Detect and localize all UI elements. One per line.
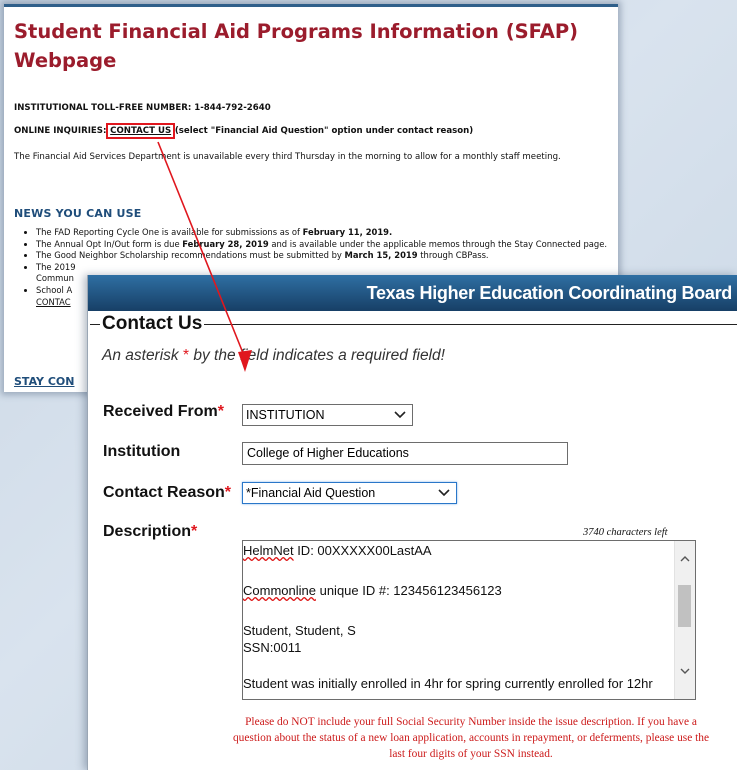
contact-reason-value: *Financial Aid Question: [246, 486, 376, 500]
description-label: Description*: [103, 523, 198, 540]
required-field-note: An asterisk * by the field indicates a r…: [102, 347, 445, 364]
sfap-title: Student Financial Aid Programs Informati…: [14, 20, 579, 72]
list-item: The Annual Opt In/Out form is due Februa…: [36, 239, 618, 251]
contact-fieldset: Contact Us: [90, 313, 737, 335]
contact-reason-select[interactable]: *Financial Aid Question: [242, 482, 457, 504]
list-item: The FAD Reporting Cycle One is available…: [36, 227, 618, 239]
institution-field[interactable]: College of Higher Educations: [242, 442, 568, 465]
ssn-warning: Please do NOT include your full Social S…: [232, 716, 710, 760]
toll-free-number: INSTITUTIONAL TOLL-FREE NUMBER: 1-844-79…: [14, 103, 271, 113]
received-from-label: Received From*: [103, 403, 224, 420]
contact-link-partial[interactable]: CONTAC: [36, 297, 71, 307]
description-text: HelmNet ID: 00XXXXX00LastAA Commonline u…: [243, 543, 653, 691]
characters-left-counter: 3740 characters left: [583, 527, 668, 538]
online-inquiries-hint: (select "Financial Aid Question" option …: [174, 126, 474, 136]
list-item: The Good Neighbor Scholarship recommenda…: [36, 250, 618, 262]
contact-reason-label: Contact Reason*: [103, 484, 232, 501]
chevron-down-icon: [438, 489, 450, 497]
unavailable-notice: The Financial Aid Services Department is…: [14, 152, 561, 162]
scroll-thumb[interactable]: [678, 585, 691, 627]
contact-us-legend: Contact Us: [100, 313, 205, 335]
scroll-down-arrow-icon[interactable]: [677, 663, 693, 679]
online-inquiries-label: ONLINE INQUIRIES:: [14, 126, 107, 136]
contact-us-link[interactable]: CONTACT US: [106, 123, 176, 139]
stay-connected-link[interactable]: STAY CON: [14, 375, 74, 388]
online-inquiries-line: ONLINE INQUIRIES: CONTACT US (select "Fi…: [14, 123, 474, 139]
institution-label: Institution: [103, 443, 181, 460]
description-textarea[interactable]: HelmNet ID: 00XXXXX00LastAA Commonline u…: [242, 540, 696, 700]
received-from-select[interactable]: INSTITUTION: [242, 404, 413, 426]
chevron-down-icon: [394, 411, 406, 419]
scroll-up-arrow-icon[interactable]: [677, 551, 693, 567]
news-heading: NEWS YOU CAN USE: [14, 207, 142, 220]
thecb-header: Texas Higher Education Coordinating Boar…: [88, 275, 737, 311]
received-from-value: INSTITUTION: [246, 408, 325, 422]
description-scrollbar[interactable]: [674, 541, 695, 699]
contact-us-form-panel: Texas Higher Education Coordinating Boar…: [87, 275, 737, 770]
